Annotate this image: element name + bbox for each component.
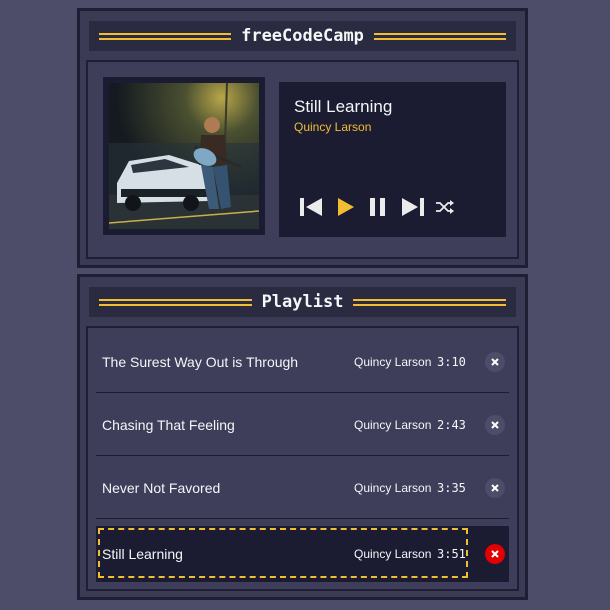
song-title: Never Not Favored [102,480,221,496]
song-duration: 2:43 [437,418,466,432]
song-artist: Quincy Larson [354,547,432,561]
header-rule-right [373,32,507,40]
pause-button[interactable] [367,197,389,217]
song-title: Still Learning [102,546,183,562]
now-playing-title: Still Learning [294,97,393,116]
delete-song-button[interactable] [485,352,505,372]
previous-button[interactable] [299,197,325,217]
playlist-header-title: Playlist [261,292,344,312]
delete-song-button[interactable] [485,478,505,498]
close-icon [491,358,499,366]
player-panel: freeCodeCamp Still Learning Quincy Larso… [77,8,528,268]
previous-icon [300,198,322,216]
song-title: Chasing That Feeling [102,417,235,433]
header-rule-left [99,32,232,40]
shuffle-icon [436,200,454,214]
player-body: Still Learning Quincy Larson [86,60,519,259]
song-title: The Surest Way Out is Through [102,354,299,370]
playlist-song[interactable]: The Surest Way Out is Through Quincy Lar… [96,331,509,393]
header-rule-right [353,298,507,306]
pause-icon [370,198,385,216]
next-button[interactable] [399,197,425,217]
play-button[interactable] [335,197,357,217]
close-icon [491,550,499,558]
album-art-frame [103,77,265,235]
now-playing-box: Still Learning Quincy Larson [279,82,506,237]
shuffle-button[interactable] [435,199,455,215]
header-rule-left [99,298,252,306]
playlist-song-active[interactable]: Still Learning Quincy Larson 3:51 [96,526,509,582]
delete-song-button[interactable] [485,415,505,435]
playlist-song[interactable]: Chasing That Feeling Quincy Larson 2:43 [96,394,509,456]
song-artist: Quincy Larson [354,355,432,369]
next-icon [402,198,424,216]
close-icon [491,484,499,492]
close-icon [491,421,499,429]
song-duration: 3:10 [437,355,466,369]
playlist-list: The Surest Way Out is Through Quincy Lar… [86,326,519,591]
album-art [109,83,259,229]
play-icon [338,198,354,216]
player-header-title: freeCodeCamp [241,26,364,46]
now-playing-artist: Quincy Larson [294,120,372,134]
song-duration: 3:35 [437,481,466,495]
song-artist: Quincy Larson [354,418,432,432]
song-duration: 3:51 [437,547,466,561]
player-controls [299,194,491,220]
song-artist: Quincy Larson [354,481,432,495]
playlist-panel: Playlist The Surest Way Out is Through Q… [77,274,528,600]
delete-song-button[interactable] [485,544,505,564]
playlist-song[interactable]: Never Not Favored Quincy Larson 3:35 [96,457,509,519]
player-header: freeCodeCamp [89,21,516,51]
playlist-header: Playlist [89,287,516,317]
